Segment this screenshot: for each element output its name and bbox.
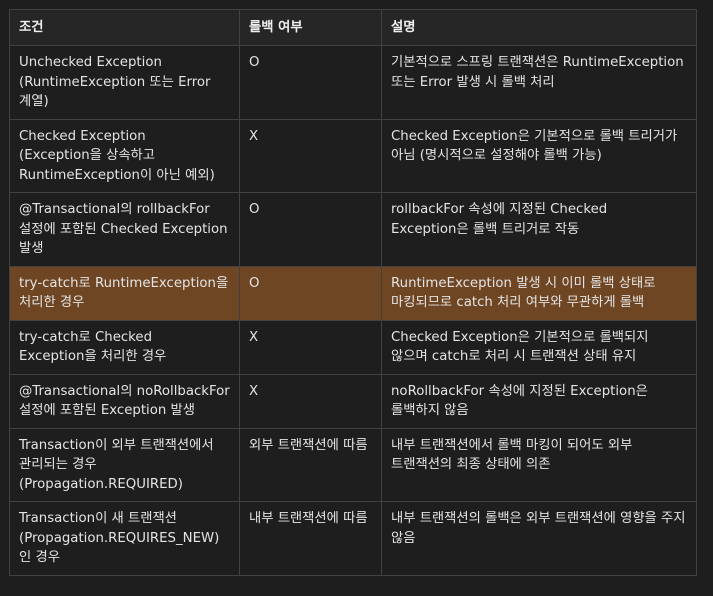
cell-condition: try-catch로 RuntimeException을 처리한 경우: [9, 265, 240, 321]
table-row: Transaction이 새 트랜잭션 (Propagation.REQUIRE…: [9, 501, 697, 576]
cell-description: 기본적으로 스프링 트랜잭션은 RuntimeException 또는 Erro…: [381, 45, 697, 120]
table-row: @Transactional의 rollbackFor 설정에 포함된 Chec…: [9, 192, 697, 267]
cell-description: 내부 트랜잭션의 롤백은 외부 트랜잭션에 영향을 주지 않음: [381, 501, 697, 576]
table-body: Unchecked Exception (RuntimeException 또는…: [9, 45, 697, 576]
document-table-wrapper: 조건 롤백 여부 설명 Unchecked Exception (Runtime…: [9, 9, 697, 576]
table-row: Unchecked Exception (RuntimeException 또는…: [9, 45, 697, 120]
cell-condition: Transaction이 외부 트랜잭션에서 관리되는 경우 (Propagat…: [9, 427, 240, 502]
cell-rollback: O: [239, 45, 382, 120]
cell-rollback: 내부 트랜잭션에 따름: [239, 501, 382, 576]
table-row: try-catch로 Checked Exception을 처리한 경우 X C…: [9, 319, 697, 375]
cell-condition: Unchecked Exception (RuntimeException 또는…: [9, 45, 240, 120]
cell-condition: Transaction이 새 트랜잭션 (Propagation.REQUIRE…: [9, 501, 240, 576]
rollback-rules-table: 조건 롤백 여부 설명 Unchecked Exception (Runtime…: [9, 9, 697, 576]
cell-description: Checked Exception은 기본적으로 롤백 트리거가 아님 (명시적…: [381, 118, 697, 193]
cell-condition: try-catch로 Checked Exception을 처리한 경우: [9, 319, 240, 375]
table-header: 조건 롤백 여부 설명: [9, 9, 697, 46]
header-description: 설명: [381, 9, 697, 46]
header-rollback: 롤백 여부: [239, 9, 382, 46]
table-row: Transaction이 외부 트랜잭션에서 관리되는 경우 (Propagat…: [9, 427, 697, 502]
cell-description: Checked Exception은 기본적으로 롤백되지 않으며 catch로…: [381, 319, 697, 375]
cell-condition: @Transactional의 rollbackFor 설정에 포함된 Chec…: [9, 192, 240, 267]
cell-rollback: X: [239, 373, 382, 429]
cell-rollback: O: [239, 265, 382, 321]
table-row: Checked Exception (Exception을 상속하고 Runti…: [9, 118, 697, 193]
cell-description: RuntimeException 발생 시 이미 롤백 상태로 마킹되므로 ca…: [381, 265, 697, 321]
cell-rollback: X: [239, 319, 382, 375]
header-row: 조건 롤백 여부 설명: [9, 9, 697, 46]
table-row-highlighted: try-catch로 RuntimeException을 처리한 경우 O Ru…: [9, 265, 697, 321]
cell-description: noRollbackFor 속성에 지정된 Exception은 롤백하지 않음: [381, 373, 697, 429]
table-row: @Transactional의 noRollbackFor 설정에 포함된 Ex…: [9, 373, 697, 429]
cell-condition: @Transactional의 noRollbackFor 설정에 포함된 Ex…: [9, 373, 240, 429]
cell-rollback: O: [239, 192, 382, 267]
cell-rollback: 외부 트랜잭션에 따름: [239, 427, 382, 502]
cell-condition: Checked Exception (Exception을 상속하고 Runti…: [9, 118, 240, 193]
header-condition: 조건: [9, 9, 240, 46]
cell-rollback: X: [239, 118, 382, 193]
cell-description: rollbackFor 속성에 지정된 Checked Exception은 롤…: [381, 192, 697, 267]
cell-description: 내부 트랜잭션에서 롤백 마킹이 되어도 외부 트랜잭션의 최종 상태에 의존: [381, 427, 697, 502]
